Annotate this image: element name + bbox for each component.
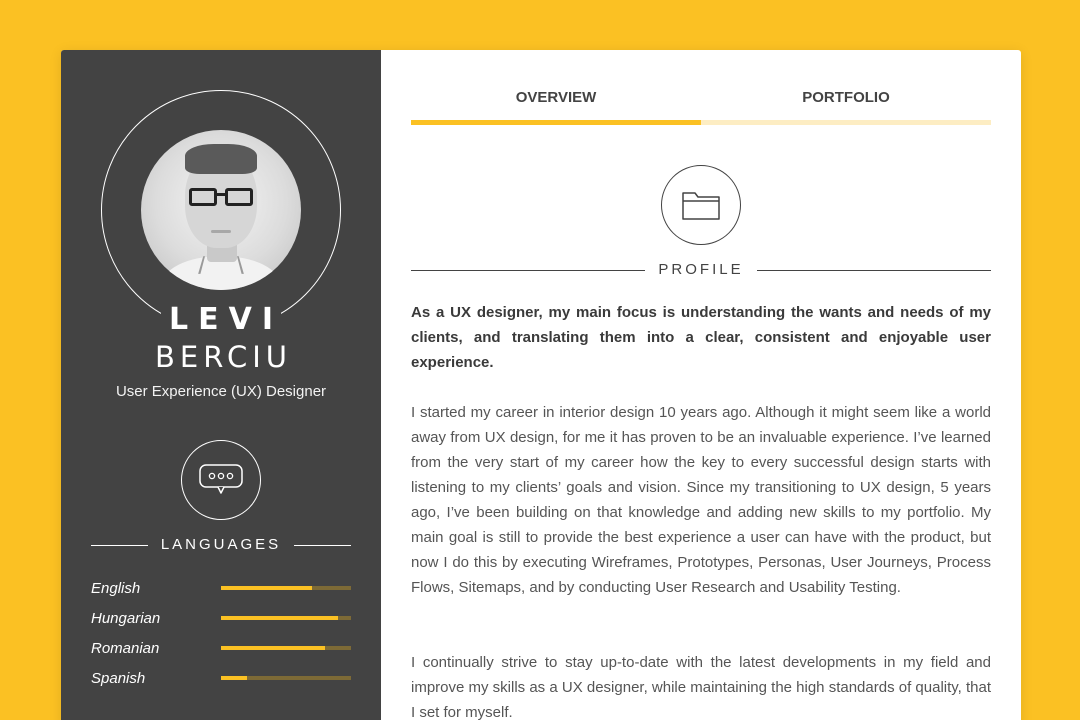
language-list: English Hungarian Romanian Spanish (91, 578, 351, 698)
profile-icon-ring (661, 165, 741, 245)
sidebar: LEVI BERCIU User Experience (UX) Designe… (61, 50, 381, 720)
language-level-bar (221, 676, 351, 680)
tab-indicator-inactive (701, 120, 991, 125)
last-name: BERCIU (155, 340, 292, 374)
language-name: Romanian (91, 640, 160, 657)
tab-indicator-active (411, 120, 701, 125)
profile-intro: As a UX designer, my main focus is under… (411, 304, 991, 371)
language-level-bar (221, 616, 351, 620)
tab-portfolio[interactable]: PORTFOLIO (701, 78, 991, 118)
tab-bar: OVERVIEW PORTFOLIO (411, 78, 991, 125)
languages-icon-ring (181, 440, 261, 520)
chat-bubble-icon (199, 464, 243, 494)
language-name: Spanish (91, 670, 146, 687)
avatar (141, 130, 301, 290)
language-item: Spanish (91, 668, 351, 698)
resume-card: LEVI BERCIU User Experience (UX) Designe… (61, 50, 1021, 720)
profile-paragraph: I started my career in interior design 1… (411, 404, 991, 596)
language-item: Hungarian (91, 608, 351, 638)
folder-icon (682, 192, 720, 220)
tab-overview[interactable]: OVERVIEW (411, 78, 701, 118)
profile-heading: PROFILE (411, 258, 991, 282)
first-name: LEVI (169, 302, 283, 337)
profile-paragraph: I continually strive to stay up-to-date … (411, 654, 992, 720)
languages-heading: LANGUAGES (91, 534, 351, 556)
language-name: Hungarian (91, 610, 161, 627)
language-level-bar (221, 586, 351, 590)
language-level-bar (221, 646, 351, 650)
job-title: User Experience (UX) Designer (115, 383, 327, 400)
main-content: OVERVIEW PORTFOLIO PROFILE As a UX desig… (381, 50, 1021, 720)
language-item: Romanian (91, 638, 351, 668)
language-item: English (91, 578, 351, 608)
language-name: English (91, 580, 141, 597)
